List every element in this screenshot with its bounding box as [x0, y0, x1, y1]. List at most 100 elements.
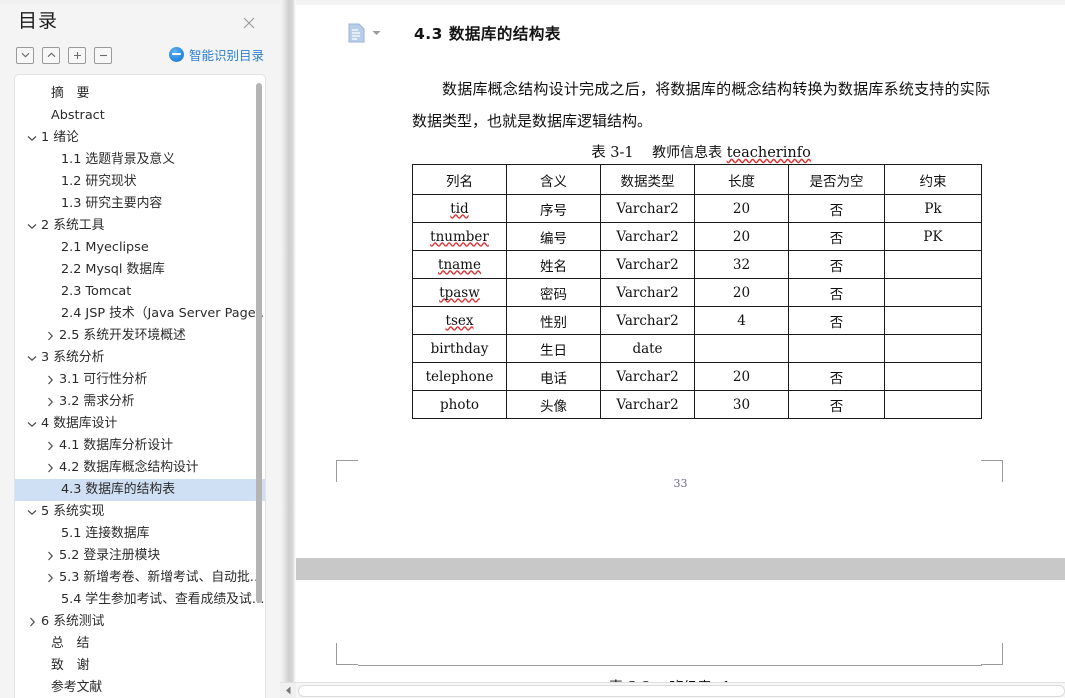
outline-item-24[interactable]: 6 系统测试 — [15, 611, 265, 633]
chevron-right-icon[interactable] — [43, 325, 57, 347]
table-cell: 否 — [788, 390, 885, 419]
table-row: photo 头像 Varchar2 30 否 — [412, 390, 982, 419]
table-cell: birthday — [412, 334, 507, 363]
outline-item-0[interactable]: 摘 要 — [15, 83, 265, 105]
table-cell — [884, 306, 982, 335]
outline-item-23[interactable]: 5.4 学生参加考试、查看成绩及试… — [15, 589, 265, 611]
outline-item-label: 6 系统测试 — [41, 614, 105, 629]
table-cell: Pk — [884, 194, 982, 223]
chevron-down-icon[interactable] — [25, 347, 39, 369]
scroll-left-button[interactable] — [280, 682, 296, 698]
outline-item-3[interactable]: 1.1 选题背景及意义 — [15, 149, 265, 171]
table-cell: 否 — [788, 362, 885, 391]
outline-item-8[interactable]: 2.2 Mysql 数据库 — [15, 259, 265, 281]
outline-item-21[interactable]: 5.2 登录注册模块 — [15, 545, 265, 567]
outline-item-9[interactable]: 2.3 Tomcat — [15, 281, 265, 303]
document-page-33: 4.3 数据库的结构表 数据库概念结构设计完成之后，将数据库的概念结构转换为数据… — [296, 5, 1065, 558]
smart-recognize-label: 智能识别目录 — [188, 48, 264, 63]
outline-item-14[interactable]: 3.2 需求分析 — [15, 391, 265, 413]
table-cell: 20 — [694, 278, 789, 307]
body-paragraph: 数据库概念结构设计完成之后，将数据库的概念结构转换为数据库系统支持的实际数据类型… — [412, 80, 990, 130]
outline-item-22[interactable]: 5.3 新增考卷、新增考试、自动批… — [15, 567, 265, 589]
chevron-down-icon[interactable] — [25, 127, 39, 149]
outline-item-label: 5.1 连接数据库 — [61, 526, 150, 541]
outline-item-label: 5.3 新增考卷、新增考试、自动批… — [59, 570, 263, 585]
misspelled-word: tname — [438, 256, 481, 273]
table-cell: 序号 — [506, 194, 601, 223]
outline-item-label: 2.4 JSP 技术（Java Server Page… — [61, 306, 265, 321]
chevron-down-icon[interactable] — [25, 215, 39, 237]
chevron-right-icon[interactable] — [43, 391, 57, 413]
close-icon[interactable] — [240, 14, 258, 32]
misspelled-word: tpasw — [439, 284, 480, 301]
outline-item-25[interactable]: 总 结 — [15, 633, 265, 655]
chevron-right-icon[interactable] — [43, 369, 57, 391]
decrease-level-button[interactable] — [94, 46, 112, 64]
plus-icon — [73, 51, 82, 60]
chevron-down-icon[interactable] — [25, 413, 39, 435]
table-cell: Varchar2 — [600, 306, 695, 335]
outline-item-12[interactable]: 3 系统分析 — [15, 347, 265, 369]
outline-item-1[interactable]: Abstract — [15, 105, 265, 127]
increase-level-button[interactable] — [68, 46, 86, 64]
smart-recognize-outline-button[interactable]: 智能识别目录 — [168, 45, 264, 64]
table-cell: tname — [412, 250, 507, 279]
outline-item-label: 4.1 数据库分析设计 — [59, 438, 173, 453]
outline-item-7[interactable]: 2.1 Myeclipse — [15, 237, 265, 259]
table-cell: tid — [412, 194, 507, 223]
table-row: birthday 生日 date — [412, 334, 982, 363]
sidebar-header: 目录 — [0, 0, 280, 40]
expand-all-button[interactable] — [42, 46, 60, 64]
chevron-right-icon[interactable] — [43, 567, 57, 589]
outline-item-19[interactable]: 5 系统实现 — [15, 501, 265, 523]
margin-mark-bottom-right — [981, 643, 1003, 665]
table-cell: 4 — [694, 306, 789, 335]
outline-item-13[interactable]: 3.1 可行性分析 — [15, 369, 265, 391]
table-cell: 否 — [788, 194, 885, 223]
collapse-all-button[interactable] — [16, 46, 34, 64]
heading-style-control[interactable] — [348, 23, 381, 43]
outline-item-16[interactable]: 4.1 数据库分析设计 — [15, 435, 265, 457]
outline-item-5[interactable]: 1.3 研究主要内容 — [15, 193, 265, 215]
outline-item-4[interactable]: 1.2 研究现状 — [15, 171, 265, 193]
table-cell: 否 — [788, 306, 885, 335]
table-cell: Varchar2 — [600, 222, 695, 251]
table-cell: 姓名 — [506, 250, 601, 279]
panel-splitter[interactable] — [280, 0, 296, 698]
table-header-cell: 列名 — [412, 164, 507, 195]
margin-mark-bottom-left — [336, 643, 358, 665]
table-cell: photo — [412, 390, 507, 419]
outline-item-label: 摘 要 — [51, 86, 90, 101]
outline-item-11[interactable]: 2.5 系统开发环境概述 — [15, 325, 265, 347]
chevron-down-icon[interactable] — [25, 501, 39, 523]
outline-item-18[interactable]: 4.3 数据库的结构表 — [15, 479, 265, 501]
outline-item-2[interactable]: 1 绪论 — [15, 127, 265, 149]
teacherinfo-table: 列名 含义 数据类型 长度 是否为空 约束 tid 序号 Varchar2 20 否 Pk tnumb… — [412, 164, 982, 419]
outline-item-label: 2.2 Mysql 数据库 — [61, 262, 165, 277]
outline-scrollbar-thumb[interactable] — [256, 83, 262, 603]
table-cell — [694, 334, 789, 363]
outline-item-label: 总 结 — [51, 636, 90, 651]
outline-item-20[interactable]: 5.1 连接数据库 — [15, 523, 265, 545]
chevron-right-icon[interactable] — [25, 611, 39, 633]
chevron-right-icon[interactable] — [43, 545, 57, 567]
misspelled-word: tnumber — [430, 228, 489, 245]
outline-item-6[interactable]: 2 系统工具 — [15, 215, 265, 237]
chevron-down-icon[interactable] — [372, 30, 381, 36]
outline-item-label: 1.2 研究现状 — [61, 174, 137, 189]
table-caption-tablename: teacherinfo — [726, 145, 811, 161]
outline-item-15[interactable]: 4 数据库设计 — [15, 413, 265, 435]
page-title: 4.3 数据库的结构表 — [414, 25, 561, 43]
table-cell: 否 — [788, 278, 885, 307]
chevron-right-icon[interactable] — [43, 435, 57, 457]
outline-item-10[interactable]: 2.4 JSP 技术（Java Server Page… — [15, 303, 265, 325]
outline-item-label: 5.2 登录注册模块 — [59, 548, 161, 563]
outline-item-17[interactable]: 4.2 数据库概念结构设计 — [15, 457, 265, 479]
horizontal-scrollbar[interactable] — [280, 682, 1065, 698]
horizontal-scrollbar-thumb[interactable] — [298, 684, 1065, 697]
outline-item-27[interactable]: 参考文献 — [15, 677, 265, 698]
chevron-right-icon[interactable] — [43, 457, 57, 479]
outline-item-label: 致 谢 — [51, 658, 90, 673]
outline-item-26[interactable]: 致 谢 — [15, 655, 265, 677]
page-break-gap — [296, 558, 1065, 580]
